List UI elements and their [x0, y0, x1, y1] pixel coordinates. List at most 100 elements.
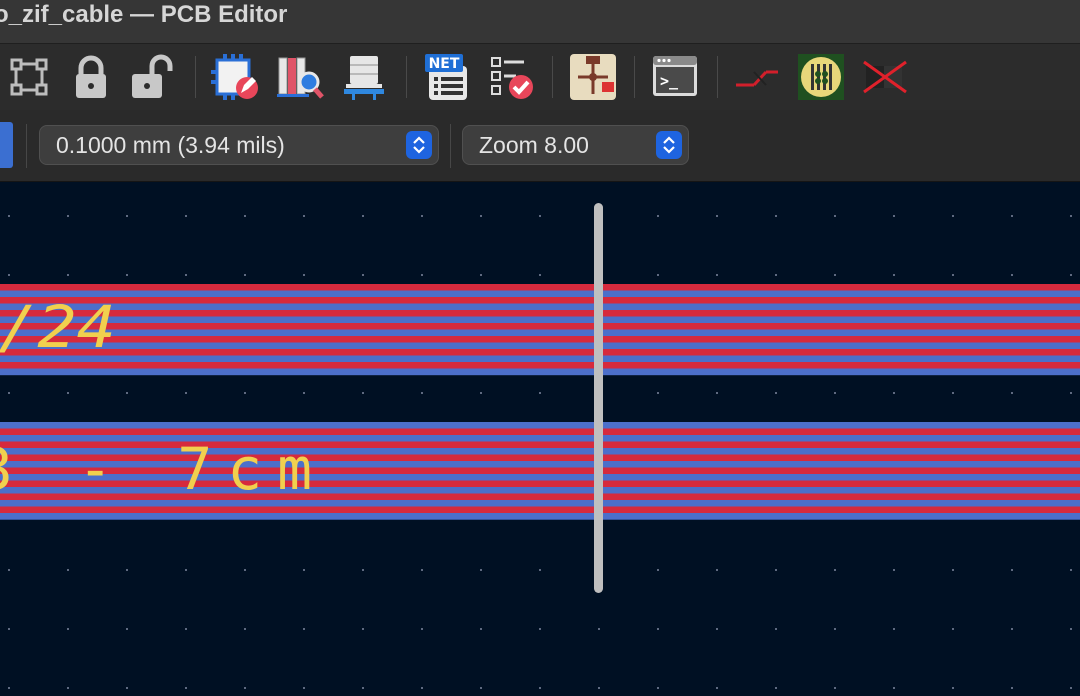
track-back[interactable]: [0, 316, 1080, 324]
grid-dot: [952, 687, 954, 689]
grid-dot: [539, 215, 541, 217]
grid-dot: [952, 274, 954, 276]
grid-dot: [1070, 392, 1072, 394]
grid-dot: [303, 628, 305, 630]
grid-dot: [480, 215, 482, 217]
track-back[interactable]: [0, 513, 1080, 520]
grid-dot: [893, 215, 895, 217]
grid-dot: [775, 628, 777, 630]
grid-dot: [775, 215, 777, 217]
track-front[interactable]: [0, 506, 1080, 514]
grid-dot: [716, 687, 718, 689]
silkscreen-text-upper: /24: [0, 293, 116, 361]
grid-dot: [421, 274, 423, 276]
grid-dot: [834, 392, 836, 394]
grid-dot: [539, 628, 541, 630]
unlock-icon[interactable]: [126, 52, 176, 102]
grid-dot: [539, 274, 541, 276]
grid-dot: [8, 687, 10, 689]
window-title: o_zif_cable — PCB Editor: [0, 1, 288, 28]
track-front[interactable]: [0, 336, 1080, 343]
schematic-icon[interactable]: [568, 52, 618, 102]
grid-dot: [1011, 392, 1013, 394]
cursor-line[interactable]: [594, 203, 603, 593]
grid-dot: [893, 392, 895, 394]
grid-dot: [303, 569, 305, 571]
grid-dot: [893, 274, 895, 276]
track-front[interactable]: [0, 323, 1080, 330]
grid-dot: [539, 392, 541, 394]
grid-dot: [657, 392, 659, 394]
console-label: >_: [660, 72, 679, 90]
grid-dot: [8, 628, 10, 630]
track-back[interactable]: [0, 329, 1080, 337]
drc-icon[interactable]: [486, 52, 536, 102]
scripting-console-icon[interactable]: >_: [650, 52, 700, 102]
grid-dot: [1070, 628, 1072, 630]
track-front[interactable]: [0, 297, 1080, 304]
track-bundle-upper[interactable]: [0, 284, 1080, 376]
group-icon[interactable]: [6, 52, 56, 102]
pcb-canvas[interactable]: /24 3 - 7cm: [0, 182, 1080, 696]
track-back[interactable]: [0, 303, 1080, 311]
track-front[interactable]: [0, 349, 1080, 356]
grid-dot: [362, 274, 364, 276]
grid-dot: [8, 274, 10, 276]
grid-dot: [893, 687, 895, 689]
grid-dot: [421, 569, 423, 571]
grid-dot: [67, 392, 69, 394]
grid-dot: [421, 215, 423, 217]
track-width-selector[interactable]: [0, 122, 13, 168]
3d-viewer-icon[interactable]: [340, 52, 390, 102]
grid-dot: [244, 569, 246, 571]
grid-dot: [952, 569, 954, 571]
zoom-select[interactable]: Zoom 8.00: [462, 125, 689, 165]
grid-dot: [1011, 274, 1013, 276]
grid-dot: [362, 215, 364, 217]
grid-dot: [480, 274, 482, 276]
netlist-label: NET: [429, 56, 460, 72]
grid-size-value: 0.1000 mm (3.94 mils): [56, 132, 285, 158]
footprint-browser-icon[interactable]: [275, 52, 325, 102]
grid-dot: [1011, 569, 1013, 571]
track-front[interactable]: [0, 310, 1080, 317]
grid-dot: [303, 392, 305, 394]
chevron-up-down-icon: [656, 131, 682, 159]
track-back[interactable]: [0, 368, 1080, 376]
track-back[interactable]: [0, 290, 1080, 298]
netlist-icon[interactable]: NET: [423, 52, 473, 102]
lock-icon[interactable]: [66, 52, 116, 102]
grid-dot: [126, 628, 128, 630]
grid-dot: [716, 215, 718, 217]
track-back[interactable]: [0, 342, 1080, 350]
grid-dot: [67, 687, 69, 689]
grid-dot: [480, 569, 482, 571]
grid-dot: [185, 687, 187, 689]
grid-dot: [185, 274, 187, 276]
grid-dot: [303, 274, 305, 276]
aux-toolbar: 0.1000 mm (3.94 mils) Zoom 8.00: [0, 110, 1080, 182]
interactive-router-icon[interactable]: [732, 52, 782, 102]
grid-dot: [1070, 274, 1072, 276]
grid-dot: [480, 628, 482, 630]
grid-dot: [657, 215, 659, 217]
grid-dot: [8, 215, 10, 217]
grid-dot: [362, 687, 364, 689]
footprint-checker-icon[interactable]: [796, 52, 846, 102]
ratsnest-icon[interactable]: [860, 52, 910, 102]
grid-dot: [126, 392, 128, 394]
grid-dot: [185, 628, 187, 630]
grid-dot: [775, 687, 777, 689]
grid-size-select[interactable]: 0.1000 mm (3.94 mils): [39, 125, 439, 165]
grid-dot: [834, 215, 836, 217]
track-back[interactable]: [0, 422, 1080, 429]
track-front[interactable]: [0, 362, 1080, 369]
zoom-value: Zoom 8.00: [479, 132, 589, 158]
track-back[interactable]: [0, 355, 1080, 363]
footprint-editor-icon[interactable]: [211, 52, 261, 102]
grid-dot: [1011, 215, 1013, 217]
grid-dot: [775, 274, 777, 276]
track-front[interactable]: [0, 284, 1080, 291]
grid-dot: [126, 215, 128, 217]
grid-dot: [480, 392, 482, 394]
